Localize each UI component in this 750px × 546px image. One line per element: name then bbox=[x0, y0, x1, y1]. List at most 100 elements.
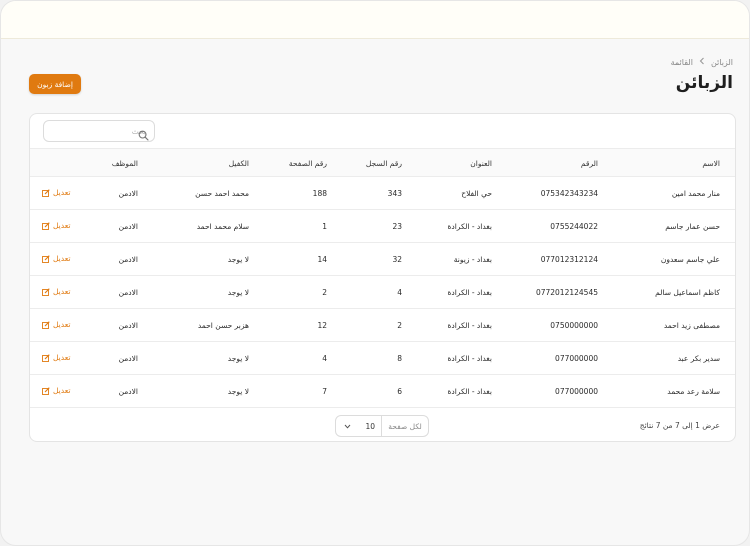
table-row: سدير بكر عبد 077000000 بغداد - الكرادة 8… bbox=[30, 342, 735, 375]
cell-page-no: 14 bbox=[317, 255, 327, 264]
add-customer-button[interactable]: إضافة زبون bbox=[29, 74, 81, 94]
cell-guarantor: لا يوجد bbox=[227, 354, 249, 363]
edit-button[interactable]: تعديل bbox=[42, 320, 70, 329]
edit-icon bbox=[42, 386, 50, 395]
cell-employee: الادمن bbox=[118, 222, 138, 231]
cell-guarantor: سلام محمد احمد bbox=[196, 222, 249, 231]
breadcrumb-current: القائمة bbox=[670, 57, 693, 67]
cell-employee: الادمن bbox=[118, 255, 138, 264]
cell-name: علي جاسم سعدون bbox=[660, 255, 720, 264]
cell-phone: 0772012124545 bbox=[535, 288, 598, 297]
edit-button[interactable]: تعديل bbox=[42, 287, 70, 296]
chevron-left-icon bbox=[699, 57, 705, 67]
table-row: علي جاسم سعدون 077012312124 بغداد - زيون… bbox=[30, 243, 735, 276]
page-title: الزبائن bbox=[675, 73, 733, 93]
per-page-control: 10 لكل صفحة bbox=[335, 415, 429, 437]
cell-reg-no: 6 bbox=[397, 387, 402, 396]
results-summary: عرض 1 إلى 7 من 7 نتائج bbox=[639, 421, 720, 430]
cell-name: سدير بكر عبد bbox=[677, 354, 720, 363]
cell-reg-no: 8 bbox=[397, 354, 402, 363]
cell-phone: 077000000 bbox=[555, 387, 598, 396]
table-row: حسن عمار جاسم 0755244022 بغداد - الكرادة… bbox=[30, 210, 735, 243]
edit-label: تعديل bbox=[53, 353, 71, 362]
app-frame: الزبائن القائمة الزبائن إضافة زبون الاسم… bbox=[0, 0, 750, 546]
cell-reg-no: 4 bbox=[397, 288, 402, 297]
edit-icon bbox=[42, 188, 50, 197]
cell-guarantor: هزبر حسن احمد bbox=[197, 321, 249, 330]
cell-address: بغداد - الكرادة bbox=[447, 222, 492, 231]
cell-page-no: 188 bbox=[312, 189, 327, 198]
header-address[interactable]: العنوان bbox=[470, 159, 492, 168]
table-header: الاسم الرقم العنوان رقم السجل رقم الصفحة… bbox=[30, 148, 735, 177]
header-reg-no[interactable]: رقم السجل bbox=[366, 159, 402, 168]
edit-button[interactable]: تعديل bbox=[42, 386, 70, 395]
cell-address: حي الفلاح bbox=[461, 189, 492, 198]
edit-icon bbox=[42, 320, 50, 329]
cell-page-no: 1 bbox=[322, 222, 327, 231]
cell-reg-no: 2 bbox=[397, 321, 402, 330]
cell-address: بغداد - الكرادة bbox=[447, 321, 492, 330]
customers-table-card: الاسم الرقم العنوان رقم السجل رقم الصفحة… bbox=[29, 113, 736, 442]
edit-label: تعديل bbox=[53, 221, 71, 230]
edit-icon bbox=[42, 221, 50, 230]
edit-button[interactable]: تعديل bbox=[42, 188, 70, 197]
table-row: مصطفى زيد احمد 0750000000 بغداد - الكراد… bbox=[30, 309, 735, 342]
cell-reg-no: 343 bbox=[387, 189, 402, 198]
cell-reg-no: 32 bbox=[392, 255, 402, 264]
cell-employee: الادمن bbox=[118, 189, 138, 198]
cell-employee: الادمن bbox=[118, 387, 138, 396]
chevron-down-icon bbox=[344, 424, 351, 429]
cell-page-no: 7 bbox=[322, 387, 327, 396]
cell-page-no: 2 bbox=[322, 288, 327, 297]
table-row: سلامة رعد محمد 077000000 بغداد - الكرادة… bbox=[30, 375, 735, 408]
cell-name: مصطفى زيد احمد bbox=[663, 321, 720, 330]
breadcrumb: الزبائن القائمة bbox=[671, 57, 733, 67]
cell-address: بغداد - الكرادة bbox=[447, 354, 492, 363]
edit-button[interactable]: تعديل bbox=[42, 254, 70, 263]
edit-icon bbox=[42, 254, 50, 263]
header-name[interactable]: الاسم bbox=[702, 159, 720, 168]
table-row: كاظم اسماعيل سالم 0772012124545 بغداد - … bbox=[30, 276, 735, 309]
table-row: منار محمد امين 075342343234 حي الفلاح 34… bbox=[30, 177, 735, 210]
per-page-label: لكل صفحة bbox=[388, 421, 422, 431]
top-bar bbox=[1, 1, 749, 39]
cell-address: بغداد - زيونة bbox=[453, 255, 492, 264]
cell-employee: الادمن bbox=[118, 354, 138, 363]
edit-icon bbox=[42, 287, 50, 296]
edit-label: تعديل bbox=[53, 188, 71, 197]
edit-icon bbox=[42, 353, 50, 362]
cell-address: بغداد - الكرادة bbox=[447, 387, 492, 396]
search-input[interactable] bbox=[66, 126, 146, 136]
edit-label: تعديل bbox=[53, 386, 71, 395]
cell-phone: 0755244022 bbox=[550, 222, 598, 231]
search-icon bbox=[138, 126, 149, 141]
search-box[interactable] bbox=[43, 120, 155, 142]
edit-label: تعديل bbox=[53, 254, 71, 263]
header-page-no[interactable]: رقم الصفحة bbox=[289, 159, 327, 168]
edit-label: تعديل bbox=[53, 320, 71, 329]
cell-phone: 077012312124 bbox=[540, 255, 598, 264]
cell-employee: الادمن bbox=[118, 288, 138, 297]
cell-phone: 077000000 bbox=[555, 354, 598, 363]
cell-phone: 075342343234 bbox=[540, 189, 598, 198]
cell-page-no: 4 bbox=[322, 354, 327, 363]
cell-employee: الادمن bbox=[118, 321, 138, 330]
cell-name: حسن عمار جاسم bbox=[665, 222, 720, 231]
header-phone[interactable]: الرقم bbox=[581, 159, 598, 168]
header-employee[interactable]: الموظف bbox=[112, 159, 138, 168]
header-guarantor[interactable]: الكفيل bbox=[229, 159, 249, 168]
edit-button[interactable]: تعديل bbox=[42, 221, 70, 230]
breadcrumb-root[interactable]: الزبائن bbox=[711, 58, 733, 67]
edit-button[interactable]: تعديل bbox=[42, 353, 70, 362]
cell-page-no: 12 bbox=[317, 321, 327, 330]
cell-name: سلامة رعد محمد bbox=[667, 387, 720, 396]
cell-name: منار محمد امين bbox=[671, 189, 720, 198]
cell-guarantor: لا يوجد bbox=[227, 387, 249, 396]
per-page-value: 10 bbox=[365, 421, 375, 431]
cell-address: بغداد - الكرادة bbox=[447, 288, 492, 297]
per-page-select[interactable]: 10 bbox=[336, 416, 382, 436]
cell-phone: 0750000000 bbox=[550, 321, 598, 330]
cell-guarantor: لا يوجد bbox=[227, 288, 249, 297]
cell-guarantor: محمد احمد حسن bbox=[195, 189, 249, 198]
cell-name: كاظم اسماعيل سالم bbox=[655, 288, 720, 297]
